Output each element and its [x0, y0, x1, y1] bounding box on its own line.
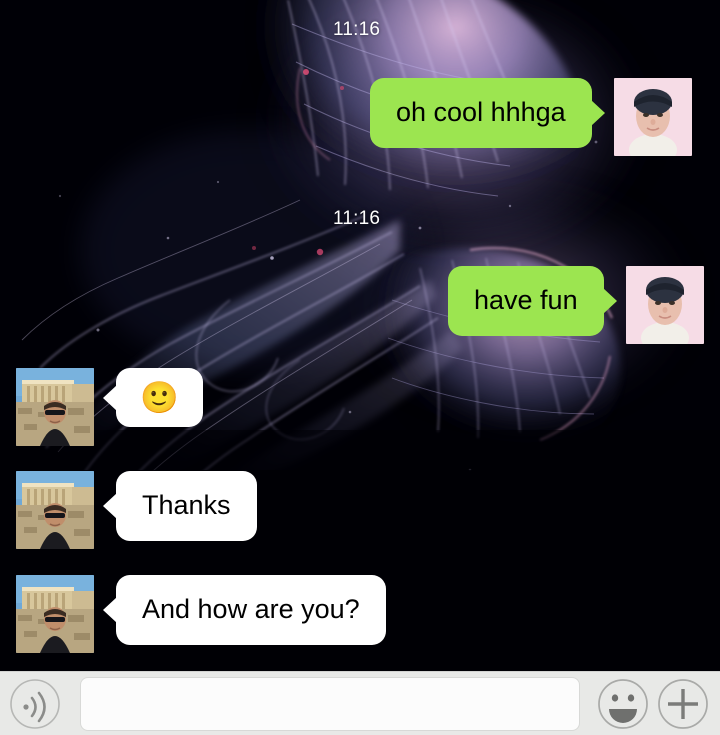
- message-composer: [0, 671, 720, 735]
- message-bubble-incoming[interactable]: 🙂: [116, 368, 203, 427]
- avatar-self[interactable]: [625, 266, 704, 344]
- message-row-outgoing[interactable]: have fun: [448, 266, 704, 344]
- message-text: have fun: [474, 285, 578, 315]
- message-bubble-outgoing[interactable]: oh cool hhhga: [370, 78, 592, 148]
- avatar-contact[interactable]: [16, 471, 94, 549]
- chat-screen: 11:16 11:16 oh cool hhhga have fun 🙂 Tha…: [0, 0, 720, 735]
- message-row-incoming[interactable]: Thanks: [16, 471, 257, 549]
- message-bubble-outgoing[interactable]: have fun: [448, 266, 604, 336]
- message-list[interactable]: 11:16 11:16 oh cool hhhga have fun 🙂 Tha…: [0, 0, 720, 672]
- message-text: Thanks: [142, 490, 231, 520]
- message-row-outgoing[interactable]: oh cool hhhga: [370, 78, 692, 156]
- message-text: oh cool hhhga: [396, 97, 566, 127]
- avatar-contact[interactable]: [16, 368, 94, 446]
- smiley-face-icon: [598, 678, 648, 729]
- message-bubble-incoming[interactable]: And how are you?: [116, 575, 386, 645]
- message-input[interactable]: [80, 676, 580, 731]
- message-row-incoming[interactable]: And how are you?: [16, 575, 386, 653]
- emoji-picker-button[interactable]: [594, 675, 652, 733]
- message-timestamp: 11:16: [333, 208, 381, 229]
- message-text: And how are you?: [142, 594, 360, 624]
- emoji-smiley: 🙂: [140, 380, 179, 415]
- voice-wave-icon: [10, 678, 60, 729]
- avatar-self[interactable]: [613, 78, 692, 156]
- attach-button[interactable]: [654, 675, 712, 733]
- message-bubble-incoming[interactable]: Thanks: [116, 471, 257, 541]
- plus-icon: [658, 678, 708, 729]
- message-row-incoming[interactable]: 🙂: [16, 368, 203, 446]
- message-timestamp: 11:16: [333, 19, 381, 40]
- voice-message-button[interactable]: [6, 675, 64, 733]
- avatar-contact[interactable]: [16, 575, 94, 653]
